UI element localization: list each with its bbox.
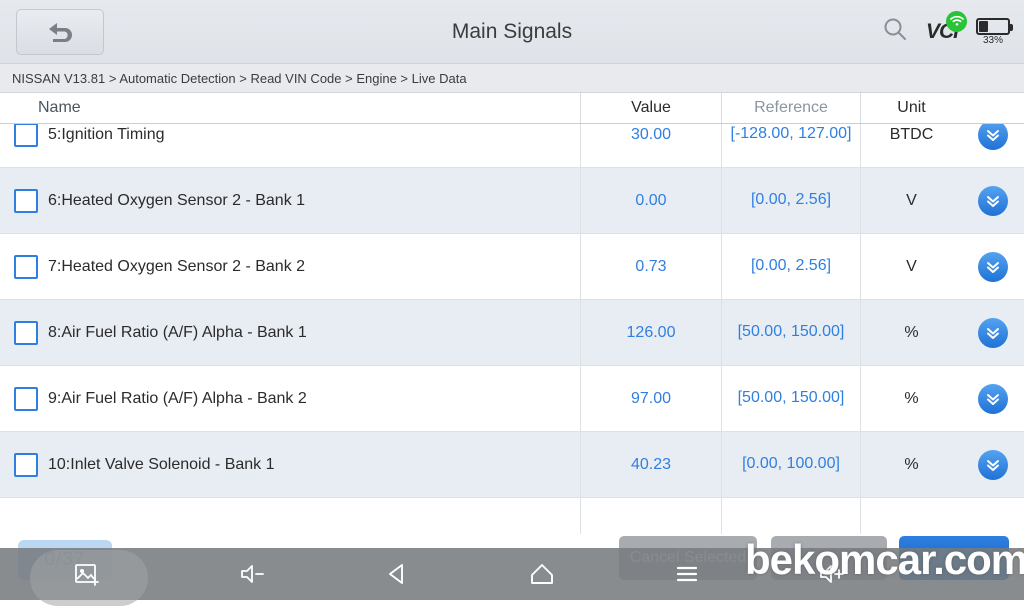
row-value: 97.00: [580, 366, 721, 431]
row-expand-cell: [962, 234, 1024, 299]
row-checkbox[interactable]: [14, 453, 38, 477]
row-unit: BTDC: [860, 124, 962, 167]
row-checkbox[interactable]: [14, 387, 38, 411]
table-row[interactable]: 10:Inlet Valve Solenoid - Bank 1 40.23[0.…: [0, 432, 1024, 498]
screenshot-icon[interactable]: [62, 550, 110, 598]
search-icon[interactable]: [882, 16, 908, 47]
row-label: 6:Heated Oxygen Sensor 2 - Bank 1: [48, 192, 305, 210]
chevron-double-down-icon[interactable]: [978, 384, 1008, 414]
column-header-value: Value: [580, 93, 721, 123]
row-expand-cell: [962, 366, 1024, 431]
vci-status[interactable]: VCI: [926, 20, 958, 44]
row-expand-cell: [962, 300, 1024, 365]
row-label: 8:Air Fuel Ratio (A/F) Alpha - Bank 1: [48, 324, 307, 342]
row-expand-cell: [962, 168, 1024, 233]
row-unit: %: [860, 300, 962, 365]
row-unit: %: [860, 366, 962, 431]
live-data-list[interactable]: 5:Ignition Timing 30.00[-128.00, 127.00]B…: [0, 124, 1024, 534]
row-reference: [0.00, 2.56]: [721, 234, 860, 299]
battery-icon: [976, 18, 1010, 35]
row-reference: [0.00, 2.56]: [721, 168, 860, 233]
column-header-name: Name: [0, 99, 580, 117]
row-value: 30.00: [580, 124, 721, 167]
chevron-double-down-icon[interactable]: [978, 186, 1008, 216]
battery-indicator: 33%: [976, 18, 1010, 46]
table-row[interactable]: 6:Heated Oxygen Sensor 2 - Bank 1 0.00[0.…: [0, 168, 1024, 234]
home-icon[interactable]: [470, 560, 615, 588]
row-reference: [50.00, 150.00]: [721, 300, 860, 365]
column-header-reference: Reference: [721, 93, 860, 123]
table-header: Name Value Reference Unit: [0, 93, 1024, 124]
table-row-partial: [0, 498, 1024, 534]
table-row[interactable]: 5:Ignition Timing 30.00[-128.00, 127.00]B…: [0, 124, 1024, 168]
volume-down-icon[interactable]: [180, 561, 325, 587]
table-row[interactable]: 9:Air Fuel Ratio (A/F) Alpha - Bank 2 97.…: [0, 366, 1024, 432]
wifi-icon: [946, 11, 967, 32]
breadcrumb[interactable]: NISSAN V13.81 > Automatic Detection > Re…: [0, 64, 1024, 93]
volume-up-icon[interactable]: [759, 561, 904, 587]
row-unit: V: [860, 168, 962, 233]
row-reference: [50.00, 150.00]: [721, 366, 860, 431]
chevron-double-down-icon[interactable]: [978, 124, 1008, 150]
row-label: 5:Ignition Timing: [48, 126, 165, 144]
row-value: 126.00: [580, 300, 721, 365]
back-button[interactable]: [16, 9, 104, 55]
chevron-double-down-icon[interactable]: [978, 252, 1008, 282]
page-title: Main Signals: [0, 20, 1024, 44]
table-row[interactable]: 8:Air Fuel Ratio (A/F) Alpha - Bank 1 126…: [0, 300, 1024, 366]
row-label: 9:Air Fuel Ratio (A/F) Alpha - Bank 2: [48, 390, 307, 408]
row-expand-cell: [962, 124, 1024, 167]
app-header: Main Signals VCI 33%: [0, 0, 1024, 64]
row-label: 10:Inlet Valve Solenoid - Bank 1: [48, 456, 275, 474]
row-reference: [-128.00, 127.00]: [721, 124, 860, 167]
battery-fill: [979, 21, 988, 32]
row-value: 0.00: [580, 168, 721, 233]
row-checkbox[interactable]: [14, 124, 38, 147]
android-nav-bar: [0, 548, 1024, 600]
header-actions: VCI 33%: [882, 16, 1010, 47]
row-label: 7:Heated Oxygen Sensor 2 - Bank 2: [48, 258, 305, 276]
row-value: 40.23: [580, 432, 721, 497]
table-row[interactable]: 7:Heated Oxygen Sensor 2 - Bank 2 0.73[0.…: [0, 234, 1024, 300]
row-value: 0.73: [580, 234, 721, 299]
row-unit: V: [860, 234, 962, 299]
row-checkbox[interactable]: [14, 189, 38, 213]
row-checkbox[interactable]: [14, 255, 38, 279]
row-unit: %: [860, 432, 962, 497]
triangle-back-icon[interactable]: [325, 560, 470, 588]
chevron-double-down-icon[interactable]: [978, 450, 1008, 480]
back-arrow-icon: [43, 19, 77, 45]
column-header-unit: Unit: [860, 93, 962, 123]
battery-percent: 33%: [983, 36, 1003, 46]
row-expand-cell: [962, 432, 1024, 497]
chevron-double-down-icon[interactable]: [978, 318, 1008, 348]
hamburger-menu-icon[interactable]: [614, 562, 759, 586]
row-reference: [0.00, 100.00]: [721, 432, 860, 497]
row-checkbox[interactable]: [14, 321, 38, 345]
